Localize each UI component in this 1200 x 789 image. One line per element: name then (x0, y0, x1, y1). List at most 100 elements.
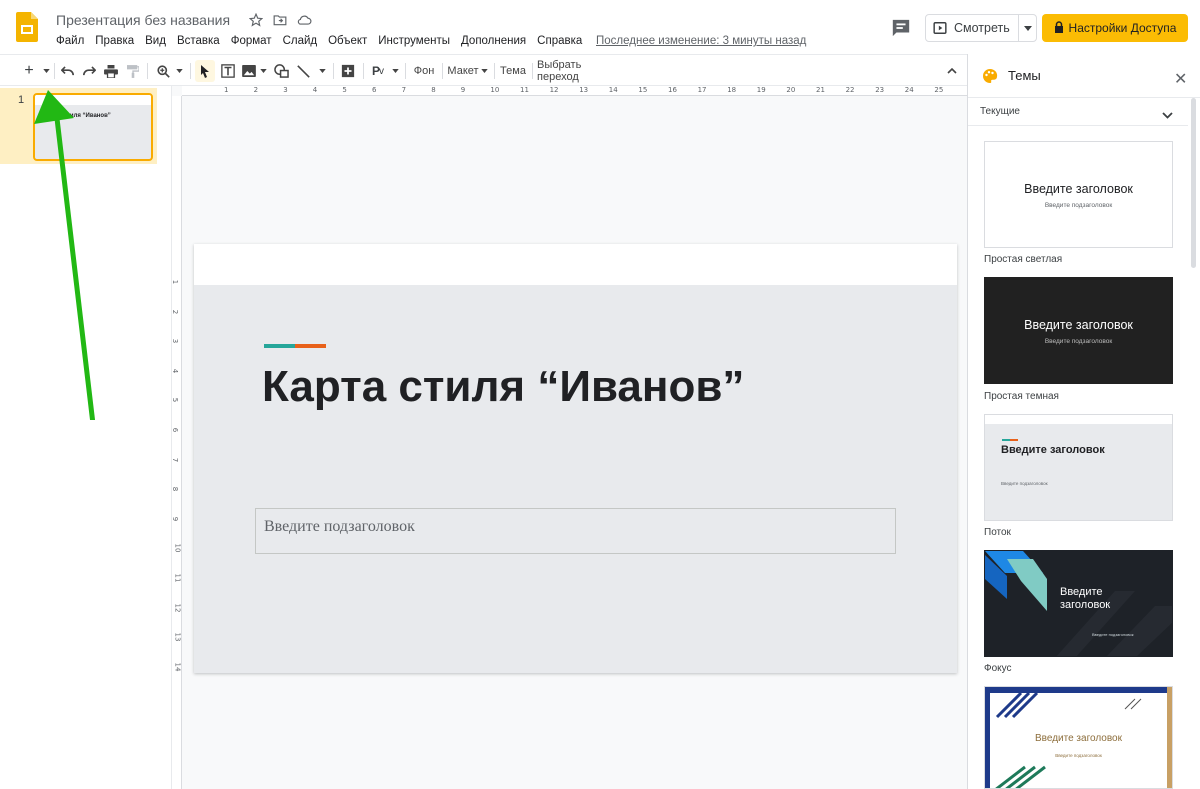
move-folder-icon[interactable] (272, 12, 288, 28)
layout-button[interactable]: Макет (447, 60, 479, 82)
ruler-tick-label: 8 (172, 486, 180, 492)
line-icon[interactable] (294, 60, 312, 82)
menu-insert[interactable]: Вставка (177, 35, 220, 47)
present-play-icon (926, 21, 954, 35)
theme-button[interactable]: Тема (499, 60, 527, 82)
insert-comment-icon[interactable] (338, 60, 358, 82)
slide-canvas[interactable]: Карта стиля “Иванов” Введите подзаголово… (194, 244, 957, 673)
menu-edit[interactable]: Правка (95, 35, 134, 47)
ruler-tick-label: 9 (172, 516, 180, 522)
share-access-label: Настройки Доступа (1068, 21, 1177, 35)
menu-view[interactable]: Вид (145, 35, 166, 47)
input-tools-dropdown-icon[interactable] (390, 60, 400, 82)
ruler-tick-label: 4 (172, 368, 180, 374)
menu-addons[interactable]: Дополнения (461, 35, 526, 47)
title-accent-bar (295, 344, 326, 348)
ruler-tick-label: 23 (875, 86, 885, 94)
ruler-tick-label: 1 (224, 86, 229, 94)
select-cursor-icon[interactable] (195, 60, 215, 82)
paint-format-icon[interactable] (124, 60, 142, 82)
ruler-tick-label: 7 (401, 86, 407, 94)
ruler-tick-label: 6 (172, 427, 180, 433)
menu-file[interactable]: Файл (56, 35, 84, 47)
ruler-tick-label: 18 (727, 86, 737, 94)
transition-button[interactable]: Выбрать переход (537, 59, 623, 83)
image-dropdown-icon[interactable] (258, 60, 268, 82)
menu-tools[interactable]: Инструменты (378, 35, 450, 47)
theme-card-simple-dark[interactable]: Введите заголовок Введите подзаголовок (984, 277, 1173, 384)
undo-icon[interactable] (58, 60, 76, 82)
subtitle-placeholder-text: Введите подзаголовок (264, 518, 415, 535)
present-dropdown-icon[interactable] (1018, 15, 1036, 41)
ruler-tick-label: 21 (816, 86, 825, 94)
theme-card-flow[interactable]: Введите заголовок Введите подзаголовок (984, 414, 1173, 521)
ruler-tick-label: 3 (283, 86, 288, 94)
ruler-tick-label: 12 (549, 86, 559, 94)
zoom-icon[interactable] (154, 60, 172, 82)
new-slide-dropdown-icon[interactable] (40, 60, 52, 82)
ruler-tick-label: 14 (173, 662, 182, 672)
theme-name-simple-light: Простая светлая (984, 254, 1063, 265)
themes-panel: Темы ✕ Текущие Введите заголовок Введите… (967, 54, 1200, 789)
ruler-tick-label: 14 (608, 86, 618, 94)
theme-preview-subtitle: Введите подзаголовок (1001, 481, 1048, 486)
subtitle-placeholder-box[interactable]: Введите подзаголовок (255, 508, 896, 554)
ruler-tick-label: 16 (668, 86, 677, 94)
ruler-tick-label: 7 (172, 457, 180, 462)
redo-icon[interactable] (80, 60, 98, 82)
ruler-tick-label: 19 (756, 86, 766, 94)
toolbar: + Рv Фон Макет Тема Выбрать переход (0, 54, 967, 86)
theme-name-simple-dark: Простая темная (984, 391, 1059, 402)
menu-format[interactable]: Формат (231, 35, 272, 47)
print-icon[interactable] (102, 60, 120, 82)
app-header: Презентация без названия Файл Правка Вид… (0, 0, 1200, 54)
menu-object[interactable]: Объект (328, 35, 367, 47)
share-access-button[interactable]: Настройки Доступа (1042, 14, 1188, 42)
insert-image-icon[interactable] (240, 60, 258, 82)
last-edit-link[interactable]: Последнее изменение: 3 минуты назад (596, 35, 806, 47)
ruler-tick-label: 9 (460, 86, 466, 94)
ruler-tick-label: 20 (786, 86, 796, 94)
document-title[interactable]: Презентация без названия (56, 12, 230, 28)
ruler-tick-label: 1 (172, 279, 180, 285)
input-tools-icon[interactable]: Рv (368, 60, 388, 82)
shape-icon[interactable] (272, 60, 290, 82)
theme-name-focus: Фокус (984, 663, 1012, 674)
theme-name-flow: Поток (984, 527, 1011, 538)
menu-slide[interactable]: Слайд (283, 35, 318, 47)
vertical-ruler: 1 2 3 4 5 6 7 8 9 10 11 12 13 14 (172, 96, 182, 789)
layout-dropdown-icon[interactable] (479, 60, 489, 82)
ruler-tick-label: 17 (697, 86, 707, 94)
cloud-saved-icon[interactable] (296, 12, 312, 28)
annotation-arrow (34, 90, 96, 420)
themes-scrollbar[interactable] (1191, 98, 1196, 268)
star-icon[interactable] (248, 12, 264, 28)
comments-icon[interactable] (890, 18, 912, 38)
ruler-tick-label: 25 (934, 86, 944, 94)
present-button[interactable]: Смотреть (925, 14, 1037, 42)
menu-help[interactable]: Справка (537, 35, 582, 47)
themes-section-dropdown[interactable]: Текущие (968, 98, 1188, 126)
ruler-tick-label: 3 (172, 338, 180, 344)
theme-card-5[interactable]: Введите заголовок Введите подзаголовок (984, 686, 1173, 789)
line-dropdown-icon[interactable] (316, 60, 328, 82)
theme-preview-title: Введите заголовок (1034, 733, 1122, 744)
text-box-icon[interactable] (219, 60, 237, 82)
ruler-tick-label: 11 (173, 573, 182, 583)
ruler-tick-label: 2 (253, 86, 259, 94)
collapse-toolbar-icon[interactable] (944, 60, 960, 82)
ruler-tick-label: 13 (173, 632, 182, 642)
ruler-tick-label: 4 (312, 86, 318, 94)
slides-logo-icon[interactable] (16, 12, 38, 42)
theme-card-simple-light[interactable]: Введите заголовок Введите подзаголовок (984, 141, 1173, 248)
theme-preview-title: Введите заголовок (1024, 318, 1133, 332)
zoom-dropdown-icon[interactable] (173, 60, 185, 82)
slide-title[interactable]: Карта стиля “Иванов” (262, 362, 744, 412)
new-slide-plus-icon[interactable]: + (18, 60, 40, 82)
background-button[interactable]: Фон (410, 60, 438, 82)
ruler-tick-label: 5 (172, 398, 180, 403)
close-icon[interactable]: ✕ (1174, 69, 1187, 89)
title-accent-bar (264, 344, 295, 348)
ruler-tick-label: 15 (638, 86, 648, 94)
theme-card-focus[interactable]: Введите заголовок Введите подзаголовок (984, 550, 1173, 657)
